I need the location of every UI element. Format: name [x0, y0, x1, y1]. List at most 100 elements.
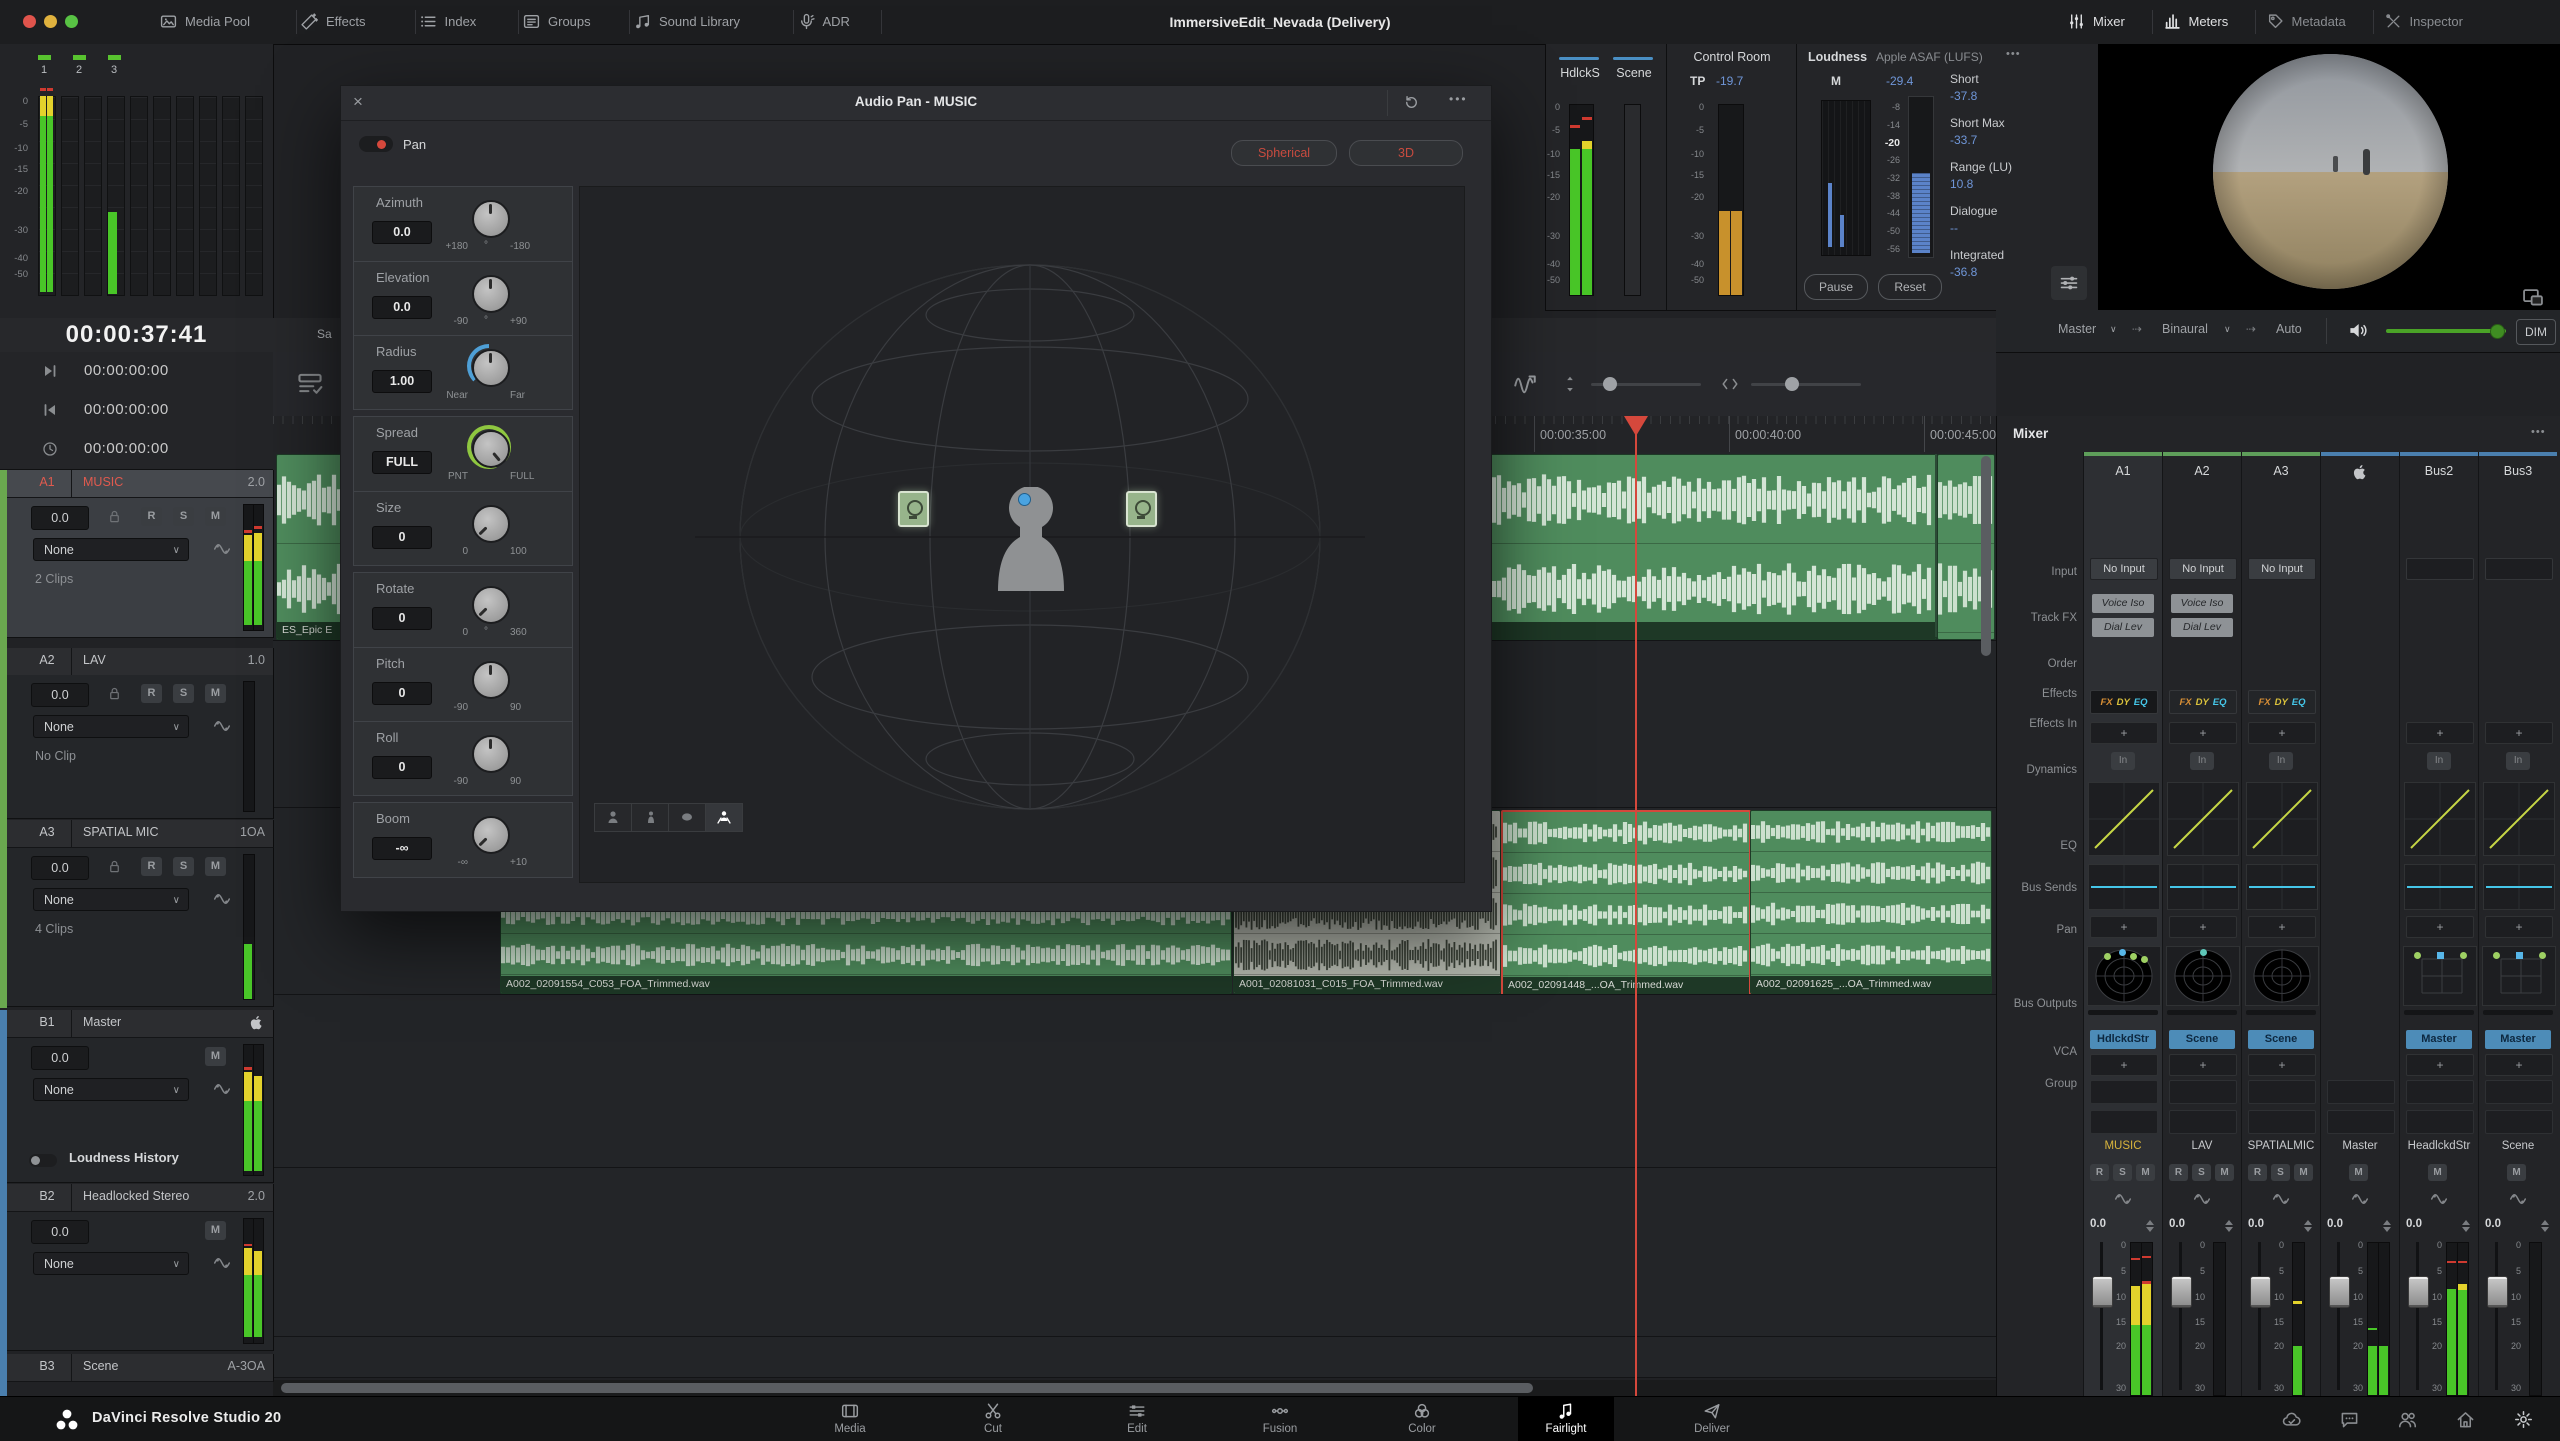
dim-button[interactable]: DIM: [2516, 319, 2556, 345]
parameter-knob[interactable]: [472, 505, 510, 543]
toolbar-button-metadata[interactable]: Metadata: [2267, 0, 2346, 43]
effects-in-button[interactable]: In: [2269, 752, 2293, 770]
track-mute-button[interactable]: M: [205, 507, 226, 526]
track-record-arm-button[interactable]: R: [141, 684, 162, 703]
toolbar-button-groups[interactable]: Groups: [523, 0, 624, 43]
lock-icon[interactable]: [107, 686, 122, 701]
effects-add-button[interactable]: +: [2248, 722, 2316, 744]
list-check-icon[interactable]: [297, 370, 323, 396]
zoom-window-button[interactable]: [65, 15, 78, 28]
track-header-A2[interactable]: A2LAV1.0: [7, 648, 274, 676]
effects-in-button[interactable]: In: [2427, 752, 2451, 770]
track-fx-chip[interactable]: Dial Lev: [2092, 618, 2154, 637]
effects-add-button[interactable]: +: [2485, 722, 2553, 744]
cloud-icon[interactable]: [2282, 1410, 2301, 1429]
channel-input-button[interactable]: No Input: [2169, 558, 2237, 580]
toolbar-button-mixer[interactable]: Mixer: [2068, 0, 2125, 43]
dynamics-graph[interactable]: [2404, 782, 2476, 856]
track-record-arm-button[interactable]: R: [141, 507, 162, 526]
fader-track[interactable]: [2179, 1242, 2182, 1390]
view-mode-button-top-view[interactable]: [668, 803, 706, 832]
track-header-B2[interactable]: B2Headlocked Stereo2.0: [7, 1184, 274, 1212]
channel-input-button[interactable]: [2485, 558, 2553, 580]
reset-button[interactable]: Reset: [1878, 274, 1942, 300]
pan-position-dot[interactable]: [1018, 493, 1031, 506]
fader-stepper-down[interactable]: [2383, 1227, 2391, 1232]
fader-gain-value[interactable]: 0.0: [2485, 1218, 2501, 1230]
mixer-menu[interactable]: •••: [2531, 426, 2546, 438]
track-effects-dropdown[interactable]: None∨: [33, 1252, 189, 1275]
automation-icon[interactable]: [213, 1254, 231, 1272]
toolbar-button-media-pool[interactable]: Media Pool: [160, 0, 291, 43]
pan-3d-viewport[interactable]: [579, 186, 1465, 883]
track-mute-button[interactable]: M: [205, 1047, 226, 1066]
speaker-icon[interactable]: [2348, 321, 2367, 340]
track-gain-field[interactable]: 0.0: [31, 683, 89, 707]
channel-input-button[interactable]: No Input: [2248, 558, 2316, 580]
v-zoom-icon[interactable]: [1561, 375, 1579, 393]
track-gain-field[interactable]: 0.0: [31, 1220, 89, 1244]
pan-mini-slider[interactable]: [2483, 1010, 2553, 1015]
parameter-knob[interactable]: [472, 735, 510, 773]
page-tab-edit[interactable]: Edit: [1092, 1400, 1182, 1440]
automation-icon[interactable]: [213, 890, 231, 908]
track-fx-chip[interactable]: Dial Lev: [2171, 618, 2233, 637]
bus-output-add-button[interactable]: +: [2090, 1054, 2158, 1076]
bus-send-add-button[interactable]: +: [2406, 916, 2474, 938]
fader-stepper-up[interactable]: [2225, 1220, 2233, 1225]
pause-button[interactable]: Pause: [1804, 274, 1868, 300]
fader-track[interactable]: [2258, 1242, 2261, 1390]
track-effects-dropdown[interactable]: None∨: [33, 1078, 189, 1101]
effects-in-button[interactable]: In: [2111, 752, 2135, 770]
parameter-knob[interactable]: [472, 586, 510, 624]
fader-track[interactable]: [2495, 1242, 2498, 1390]
page-tab-deliver[interactable]: Deliver: [1667, 1400, 1757, 1440]
page-tab-media[interactable]: Media: [805, 1400, 895, 1440]
eq-graph[interactable]: [2167, 864, 2239, 910]
pan-mini-slider[interactable]: [2167, 1010, 2237, 1015]
dynamics-graph[interactable]: [2167, 782, 2239, 856]
parameter-knob[interactable]: [472, 661, 510, 699]
vca-field[interactable]: [2169, 1080, 2237, 1104]
meter-tab-scene[interactable]: Scene: [1608, 66, 1660, 80]
automation-icon[interactable]: [213, 540, 231, 558]
bus-send-add-button[interactable]: +: [2485, 916, 2553, 938]
fader-stepper-down[interactable]: [2462, 1227, 2470, 1232]
track-mute-button[interactable]: M: [205, 857, 226, 876]
toolbar-button-sound-library[interactable]: Sound Library: [634, 0, 788, 43]
group-field[interactable]: [2248, 1110, 2316, 1134]
speaker-object-left[interactable]: [898, 491, 929, 527]
track-mute-button[interactable]: M: [205, 684, 226, 703]
pan-mini-slider[interactable]: [2088, 1010, 2158, 1015]
fader-stepper-up[interactable]: [2383, 1220, 2391, 1225]
pan-mode-button-3d[interactable]: 3D: [1349, 140, 1463, 166]
parameter-value-field[interactable]: -∞: [372, 837, 432, 860]
order-badge[interactable]: FXDYEQ: [2169, 690, 2237, 714]
home-icon[interactable]: [2456, 1410, 2475, 1429]
toolbar-button-meters[interactable]: Meters: [2164, 0, 2229, 43]
parameter-knob[interactable]: [472, 349, 510, 387]
vca-field[interactable]: [2406, 1080, 2474, 1104]
page-tab-color[interactable]: Color: [1377, 1400, 1467, 1440]
pan-mini-slider[interactable]: [2246, 1010, 2316, 1015]
loudness-menu[interactable]: •••: [2006, 48, 2021, 60]
pan-mode-button-spherical[interactable]: Spherical: [1231, 140, 1337, 166]
channel-header-label[interactable]: A3: [2242, 464, 2320, 478]
vertical-scrollbar-thumb[interactable]: [1981, 456, 1991, 656]
toolbar-button-index[interactable]: Index: [420, 0, 514, 43]
vca-field[interactable]: [2248, 1080, 2316, 1104]
eq-graph[interactable]: [2483, 864, 2555, 910]
vca-field[interactable]: [2485, 1080, 2553, 1104]
wave-tool-icon[interactable]: [1513, 372, 1537, 396]
view-mode-button-side-view[interactable]: [631, 803, 669, 832]
dynamics-graph[interactable]: [2483, 782, 2555, 856]
automation-icon[interactable]: [213, 717, 231, 735]
bus-send-add-button[interactable]: +: [2169, 916, 2237, 938]
dialog-menu-icon[interactable]: •••: [1449, 92, 1468, 106]
fader-stepper-up[interactable]: [2462, 1220, 2470, 1225]
lock-icon[interactable]: [107, 859, 122, 874]
settings-icon[interactable]: [2514, 1410, 2533, 1429]
pan-field[interactable]: [2087, 946, 2161, 1006]
pip-icon[interactable]: [2522, 286, 2544, 308]
bus-send-add-button[interactable]: +: [2090, 916, 2158, 938]
